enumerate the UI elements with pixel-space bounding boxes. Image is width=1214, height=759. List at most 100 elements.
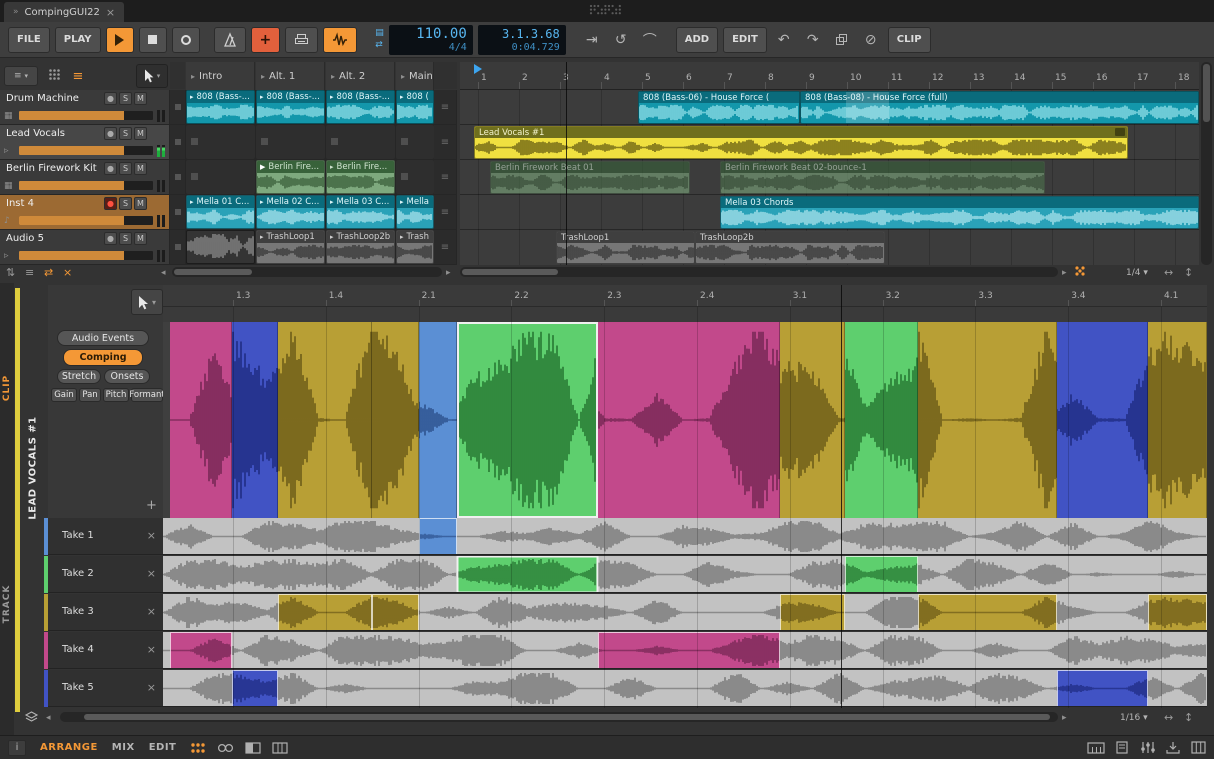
file-button[interactable]: FILE — [8, 27, 50, 53]
volume-slider[interactable] — [19, 181, 153, 190]
pitch-button[interactable]: Pitch — [103, 388, 129, 402]
crossfade-icon[interactable]: ⇄ — [44, 266, 53, 279]
clip-slot-808[interactable]: ▸808 ( — [396, 90, 434, 124]
clip-stop-button[interactable] — [170, 125, 185, 159]
arranger-clip-berlin-firework-beat-01[interactable]: Berlin Firework Beat 01 — [490, 161, 690, 194]
audio-engine-button[interactable] — [323, 27, 357, 53]
tap-tempo-icons[interactable]: ▤⇄ — [375, 29, 384, 50]
browser-panel-icon[interactable] — [1191, 741, 1206, 754]
track-header-lead-vocals[interactable]: Lead Vocals●SM▹ — [0, 125, 169, 159]
comp-segment-take-5[interactable] — [232, 322, 278, 518]
volume-slider[interactable] — [19, 216, 153, 225]
record-arm-button[interactable]: ● — [104, 197, 117, 210]
clip-stop-button[interactable] — [170, 230, 185, 264]
zoom-h-fit-icon[interactable]: ↔ — [1164, 266, 1173, 279]
clip-play-icon[interactable]: ▸ — [190, 93, 194, 101]
add-lane-button[interactable]: + — [146, 498, 157, 513]
tab-clip[interactable]: CLIP — [2, 375, 12, 401]
track-launcher-options[interactable]: ≡ — [434, 195, 456, 229]
delete-take-icon[interactable]: × — [147, 567, 156, 580]
edit-menu-button[interactable]: EDIT — [723, 27, 767, 53]
tab-edit[interactable]: EDIT — [149, 742, 177, 753]
take-lane-take-3[interactable] — [163, 594, 1207, 631]
solo-button[interactable]: S — [119, 92, 132, 105]
tab-track[interactable]: TRACK — [2, 585, 12, 624]
editor-snap-value[interactable]: 1/16 ▾ — [1120, 713, 1148, 723]
comp-segment-take-3[interactable] — [780, 322, 845, 518]
volume-slider[interactable] — [19, 111, 153, 120]
clip-play-icon[interactable]: ▸ — [400, 233, 404, 241]
take-lane-header-take-2[interactable]: Take 2× — [48, 556, 163, 593]
empty-clip-slot[interactable] — [326, 125, 395, 159]
arranger-clip-808-bass-08-house-force-full[interactable]: 808 (Bass-08) - House Force (full) — [800, 91, 1199, 124]
empty-clip-slot[interactable] — [396, 160, 434, 194]
arranger-hscrollbar[interactable] — [460, 267, 1058, 277]
comp-segment-take-3[interactable] — [372, 322, 419, 518]
comp-segment-take-4[interactable] — [598, 322, 780, 518]
delete-icon[interactable]: × — [63, 266, 72, 279]
metronome-button[interactable] — [214, 27, 246, 53]
take-lane-take-4[interactable] — [163, 632, 1207, 669]
empty-clip-slot[interactable] — [186, 160, 255, 194]
launcher-hscrollbar[interactable] — [172, 267, 442, 277]
track-launcher-options[interactable]: ≡ — [434, 90, 456, 124]
comp-segment-take-5[interactable] — [1057, 322, 1148, 518]
cancel-button[interactable]: ⊘ — [859, 27, 883, 53]
arranger-clip-berlin-firework-beat-02-bounce-1[interactable]: Berlin Firework Beat 02-bounce-1 — [720, 161, 1045, 194]
comp-segment-take-4[interactable] — [170, 322, 232, 518]
editor-tool-selector[interactable]: ▾ — [131, 289, 163, 315]
follow-playhead-button[interactable]: ⌒ — [638, 27, 662, 53]
clip-play-icon[interactable]: ▸ — [260, 233, 264, 241]
launcher-scroll-right[interactable]: ▸ — [446, 268, 451, 278]
comp-segment-take-3[interactable] — [1148, 322, 1207, 518]
close-tab-icon[interactable]: × — [106, 6, 115, 19]
track-header-audio-5[interactable]: Audio 5●SM▹ — [0, 230, 169, 264]
track-launcher-options[interactable]: ≡ — [434, 230, 456, 264]
clip-slot-mella-02-c[interactable]: ▸Mella 02 C... — [256, 195, 325, 229]
arranger-clip-trashloop2b[interactable]: TrashLoop2b — [695, 231, 885, 264]
comp-segment-take-1[interactable] — [419, 322, 457, 518]
play-button[interactable] — [106, 27, 134, 53]
scene-play-icon[interactable]: ▸ — [191, 72, 195, 81]
stop-button[interactable] — [139, 27, 167, 53]
play-menu-button[interactable]: PLAY — [55, 27, 101, 53]
clip-play-icon[interactable]: ▸ — [260, 198, 264, 206]
comping-button[interactable]: Comping — [63, 349, 143, 366]
arranger-clip-mella-03-chords[interactable]: Mella 03 Chords — [720, 196, 1199, 229]
tempo-display[interactable]: 110.00 4/4 — [389, 25, 473, 55]
mute-button[interactable]: M — [134, 197, 147, 210]
empty-clip-slot[interactable] — [396, 125, 434, 159]
arranger-clip-trashloop1[interactable]: TrashLoop1 — [556, 231, 695, 264]
arranger-scroll-right[interactable]: ▸ — [1062, 268, 1067, 278]
clip-slot-mella[interactable]: ▸Mella — [396, 195, 434, 229]
mute-button[interactable]: M — [134, 127, 147, 140]
solo-button[interactable]: S — [119, 197, 132, 210]
mute-button[interactable]: M — [134, 92, 147, 105]
take-lane-header-take-1[interactable]: Take 1× — [48, 518, 163, 555]
comp-region[interactable] — [163, 322, 1207, 518]
arranger-tool-selector[interactable]: ▾ — [136, 64, 168, 88]
onsets-button[interactable]: Onsets — [104, 369, 150, 384]
tab-arrange[interactable]: ARRANGE — [40, 742, 98, 753]
arranger-vscrollbar[interactable] — [1201, 62, 1212, 265]
clip-slot-berlin-fire[interactable]: ▸Berlin Fire... — [326, 160, 395, 194]
delete-take-icon[interactable]: × — [147, 681, 156, 694]
solo-button[interactable]: S — [119, 127, 132, 140]
editor-timeline-ruler[interactable]: 1.31.42.12.22.32.43.13.23.33.44.1 — [163, 285, 1207, 307]
pan-button[interactable]: Pan — [79, 388, 101, 402]
clip-slot-trashloop1[interactable]: ▸TrashLoop1 — [256, 230, 325, 264]
punch-button[interactable]: ⇥ — [580, 27, 604, 53]
editor-scroll-right[interactable]: ▸ — [1062, 713, 1067, 723]
clip-slot-808-bass[interactable]: ▸808 (Bass-... — [186, 90, 255, 124]
arranger-clip-808-bass-06-house-force[interactable]: 808 (Bass-06) - House Force ( — [638, 91, 800, 124]
mute-button[interactable]: M — [134, 162, 147, 175]
track-header-drum-machine[interactable]: Drum Machine●SM▦ — [0, 90, 169, 124]
track-header-berlin-firework-kit[interactable]: Berlin Firework Kit●SM▦ — [0, 160, 169, 194]
scene-play-icon[interactable]: ▸ — [261, 72, 265, 81]
editor-zoom-v-icon[interactable]: ↕ — [1184, 711, 1193, 724]
clip-play-icon[interactable]: ▸ — [330, 93, 334, 101]
info-button[interactable]: i — [8, 740, 26, 756]
tab-menu-icon[interactable]: » — [13, 7, 19, 17]
take-lane-header-take-5[interactable]: Take 5× — [48, 670, 163, 707]
clip-play-icon[interactable]: ▸ — [400, 198, 404, 206]
